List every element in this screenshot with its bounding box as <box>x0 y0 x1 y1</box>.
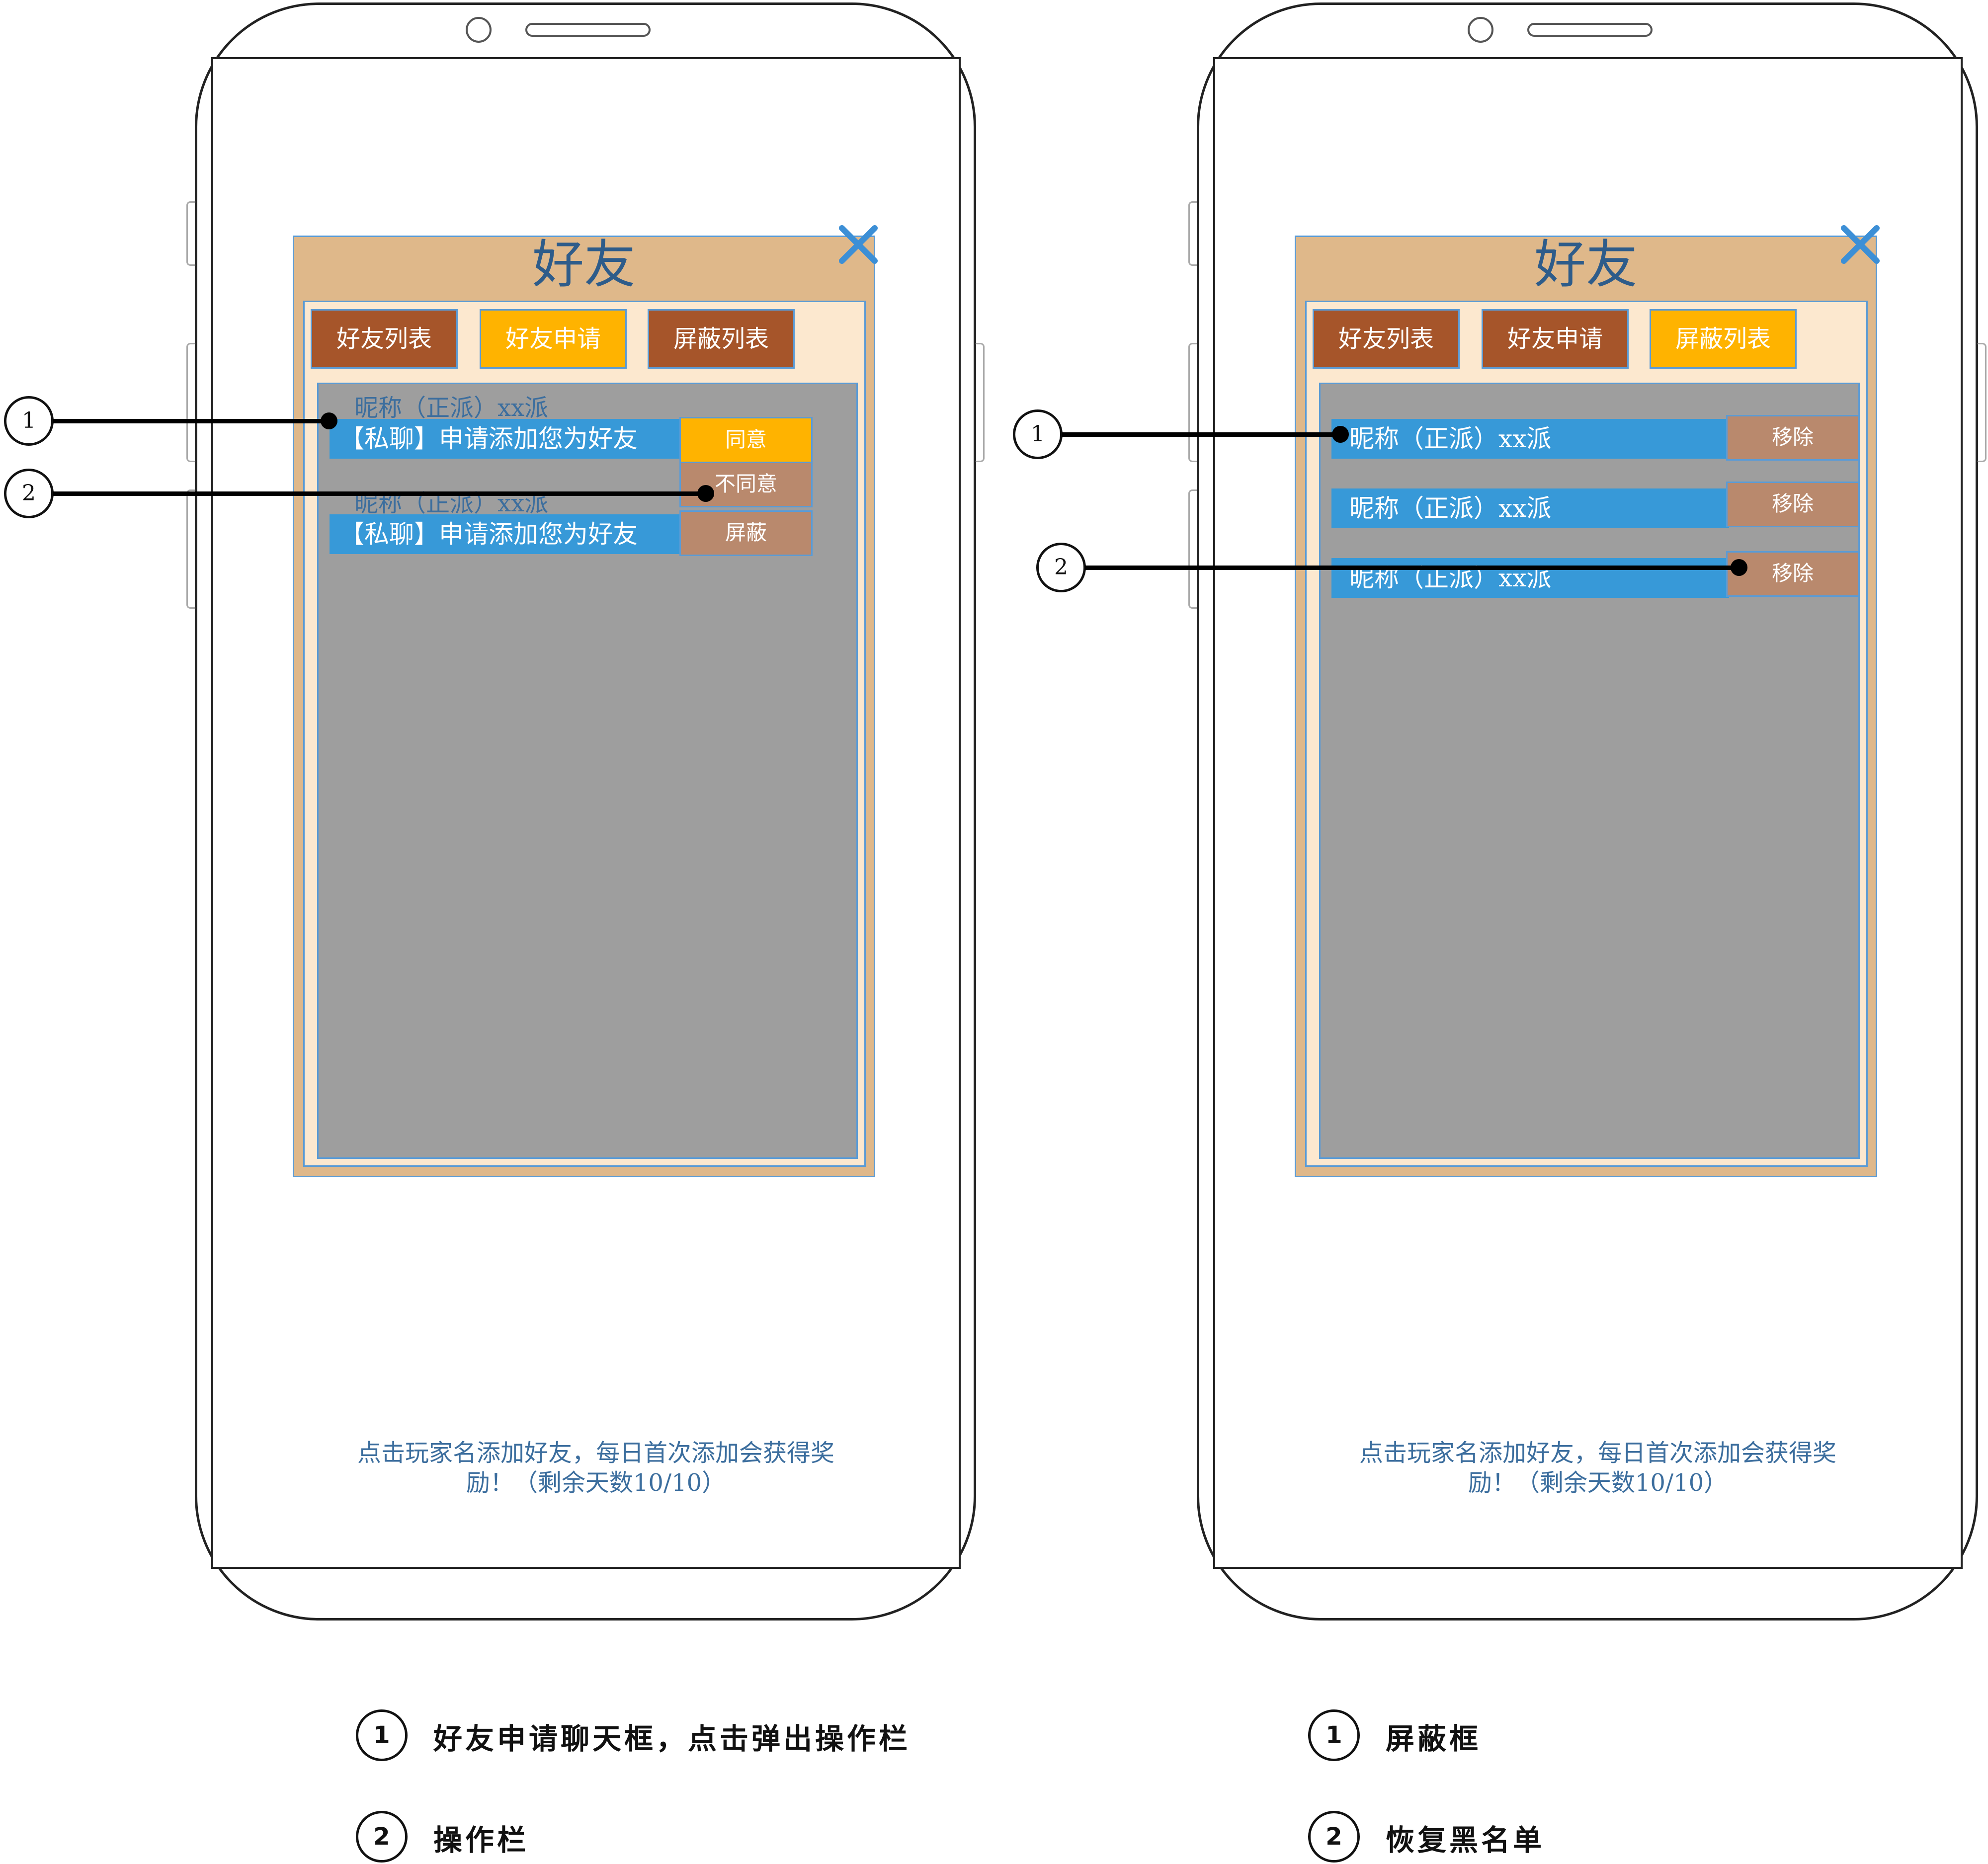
disagree-button[interactable]: 不同意 <box>679 462 813 507</box>
callout-marker: 2 <box>4 469 54 518</box>
friend-request-list: 昵称（正派）xx派 【私聊】申请添加您为好友 昵称（正派）xx派 【私聊】申请添… <box>317 383 858 1159</box>
legend-marker: 1 <box>356 1709 408 1761</box>
callout-dot <box>321 412 337 429</box>
side-button <box>1188 201 1197 266</box>
callout-marker: 2 <box>1036 543 1086 592</box>
phone-mockup-block-list: 好友 好友列表 好友申请 屏蔽列表 昵称（正派）xx派 移除 昵称（正派）xx派… <box>1188 2 1987 1621</box>
legend-marker: 2 <box>1308 1811 1360 1863</box>
footer-note: 点击玩家名添加好友，每日首次添加会获得奖 励！（剩余天数10/10） <box>323 1438 869 1498</box>
block-button[interactable]: 屏蔽 <box>679 510 813 556</box>
agree-button[interactable]: 同意 <box>679 417 813 464</box>
block-list: 昵称（正派）xx派 移除 昵称（正派）xx派 移除 昵称（正派）xx派 移除 <box>1319 383 1860 1159</box>
tab-friend-list[interactable]: 好友列表 <box>311 309 458 369</box>
legend-text: 操作栏 <box>433 1823 529 1857</box>
volume-button <box>1188 489 1197 609</box>
legend-text: 恢复黑名单 <box>1386 1823 1545 1857</box>
request-nickname[interactable]: 昵称（正派）xx派 <box>354 388 548 423</box>
dialog-title: 好友 <box>1534 234 1638 295</box>
speaker-grille <box>1527 23 1653 37</box>
blocked-user-bar[interactable]: 昵称（正派）xx派 <box>1331 488 1729 528</box>
footer-note-line: 点击玩家名添加好友，每日首次添加会获得奖 <box>357 1439 834 1467</box>
legend-text: 好友申请聊天框，点击弹出操作栏 <box>433 1722 911 1756</box>
callout-dot <box>1731 559 1747 576</box>
volume-button <box>186 343 195 462</box>
close-icon[interactable] <box>1838 222 1883 267</box>
callout-line <box>1085 566 1741 570</box>
speaker-grille <box>525 23 651 37</box>
footer-note-line: 励！（剩余天数10/10） <box>466 1469 726 1497</box>
footer-note-line: 点击玩家名添加好友，每日首次添加会获得奖 <box>1359 1439 1836 1467</box>
legend-text: 屏蔽框 <box>1386 1722 1482 1756</box>
dialog-title: 好友 <box>532 234 636 295</box>
callout-line <box>53 491 708 496</box>
blocked-user-bar[interactable]: 昵称（正派）xx派 <box>1331 419 1729 459</box>
callout-marker: 1 <box>1013 409 1063 459</box>
legend-marker: 1 <box>1308 1709 1360 1761</box>
dialog-content: 好友列表 好友申请 屏蔽列表 昵称（正派）xx派 【私聊】申请添加您为好友 昵称… <box>303 301 866 1167</box>
phone-screen: 好友 好友列表 好友申请 屏蔽列表 昵称（正派）xx派 【私聊】申请添加您为好友… <box>211 57 961 1569</box>
callout-marker: 1 <box>4 396 54 446</box>
callout-line <box>1062 432 1342 437</box>
dialog-content: 好友列表 好友申请 屏蔽列表 昵称（正派）xx派 移除 昵称（正派）xx派 移除… <box>1305 301 1868 1167</box>
tab-friend-requests[interactable]: 好友申请 <box>480 309 627 369</box>
tab-block-list[interactable]: 屏蔽列表 <box>1650 309 1797 369</box>
callout-dot <box>1332 426 1349 443</box>
request-message-bar[interactable]: 【私聊】申请添加您为好友 <box>330 514 682 554</box>
camera-icon <box>1468 17 1493 43</box>
remove-button[interactable]: 移除 <box>1726 415 1859 461</box>
request-message-bar[interactable]: 【私聊】申请添加您为好友 <box>330 419 682 459</box>
friends-dialog: 好友 好友列表 好友申请 屏蔽列表 昵称（正派）xx派 移除 昵称（正派）xx派… <box>1295 225 1880 1177</box>
power-button <box>1978 343 1987 462</box>
volume-button <box>186 489 195 609</box>
legend-marker: 2 <box>356 1811 408 1863</box>
tab-friend-requests[interactable]: 好友申请 <box>1482 309 1629 369</box>
volume-button <box>1188 343 1197 462</box>
footer-note: 点击玩家名添加好友，每日首次添加会获得奖 励！（剩余天数10/10） <box>1325 1438 1871 1498</box>
remove-button[interactable]: 移除 <box>1726 551 1859 597</box>
request-nickname[interactable]: 昵称（正派）xx派 <box>354 484 548 518</box>
close-icon[interactable] <box>836 222 881 267</box>
phone-screen: 好友 好友列表 好友申请 屏蔽列表 昵称（正派）xx派 移除 昵称（正派）xx派… <box>1213 57 1963 1569</box>
side-button <box>186 201 195 266</box>
footer-note-line: 励！（剩余天数10/10） <box>1468 1469 1728 1497</box>
tab-block-list[interactable]: 屏蔽列表 <box>648 309 795 369</box>
tab-friend-list[interactable]: 好友列表 <box>1313 309 1460 369</box>
blocked-user-bar[interactable]: 昵称（正派）xx派 <box>1331 558 1729 598</box>
callout-dot <box>697 485 714 502</box>
remove-button[interactable]: 移除 <box>1726 482 1859 527</box>
camera-icon <box>466 17 492 43</box>
callout-line <box>53 419 329 423</box>
phone-mockup-friend-requests: 好友 好友列表 好友申请 屏蔽列表 昵称（正派）xx派 【私聊】申请添加您为好友… <box>186 2 985 1621</box>
power-button <box>976 343 985 462</box>
friends-dialog: 好友 好友列表 好友申请 屏蔽列表 昵称（正派）xx派 【私聊】申请添加您为好友… <box>293 225 878 1177</box>
